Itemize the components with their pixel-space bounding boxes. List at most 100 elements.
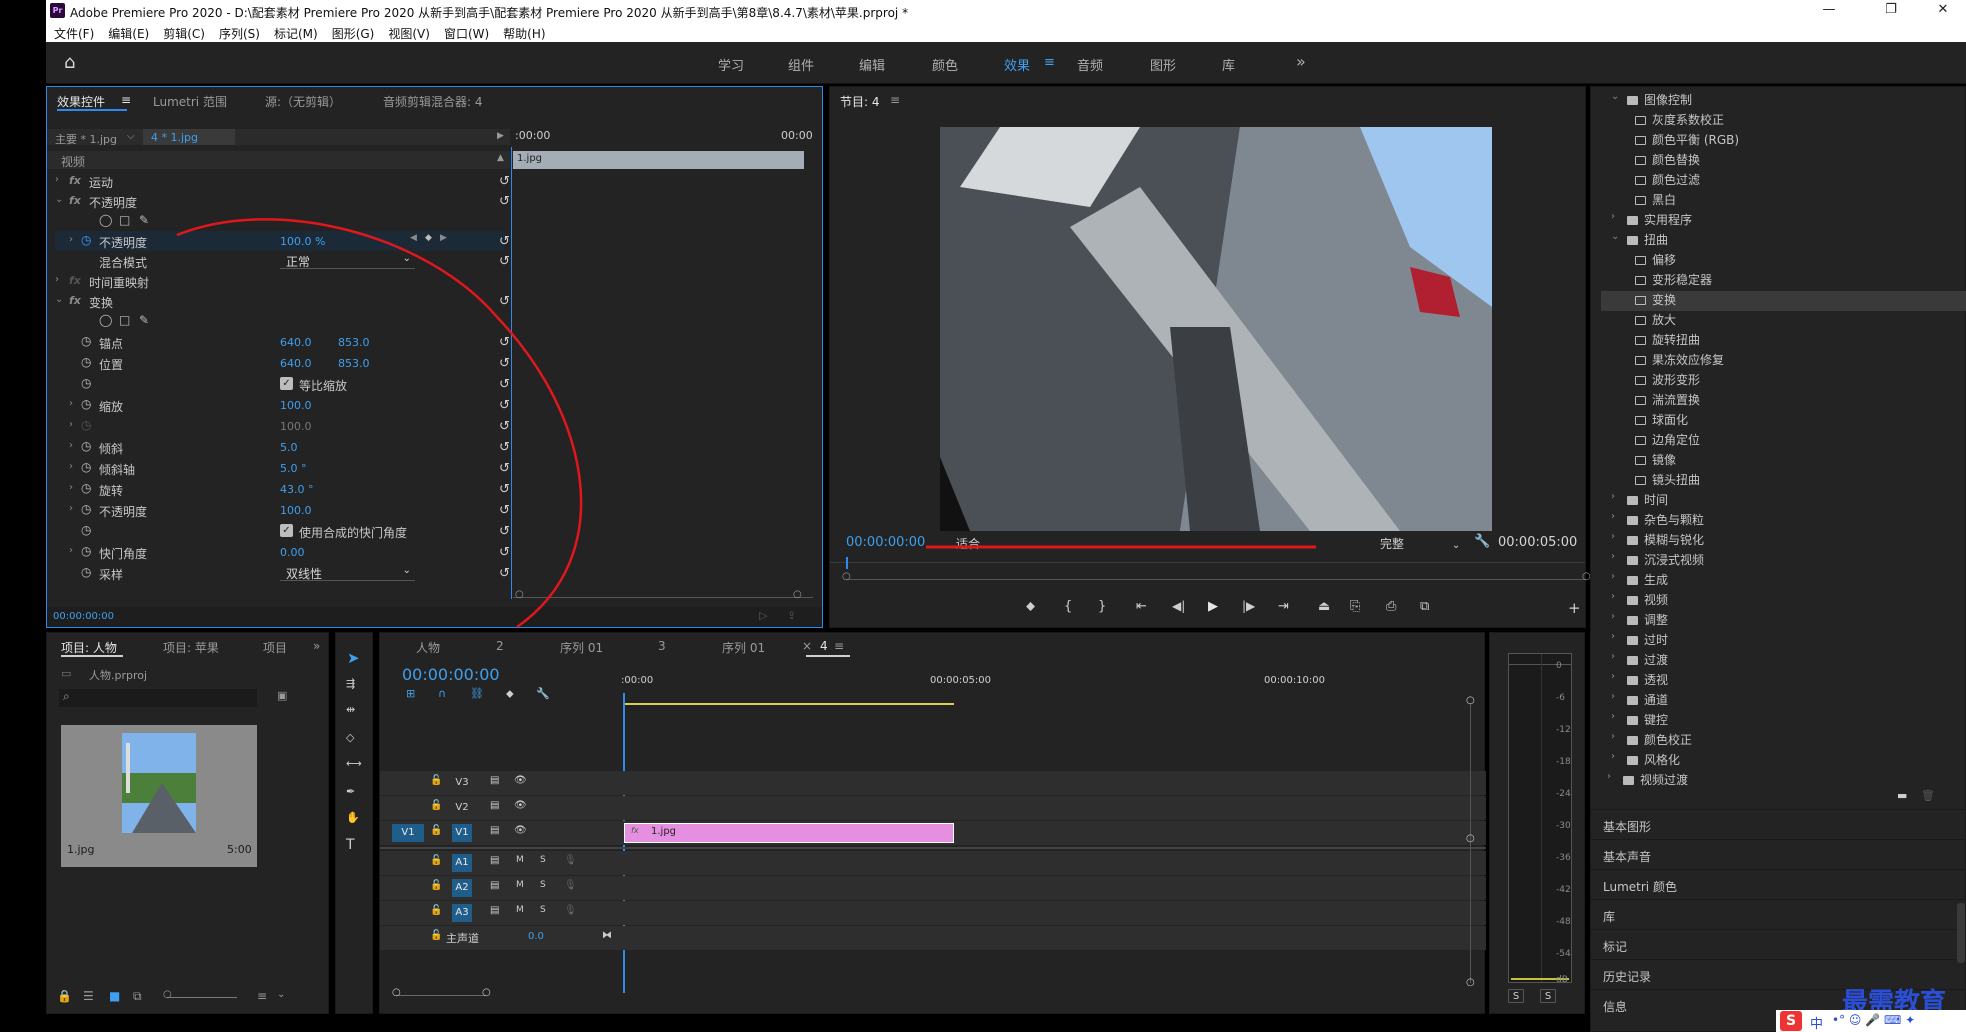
- add-marker-icon[interactable]: ⬥: [506, 687, 514, 701]
- timeline-zoom-handle-left[interactable]: ○: [392, 987, 401, 998]
- effect-folder[interactable]: › 过时: [1611, 631, 1668, 651]
- menu-help[interactable]: 帮助(H): [495, 22, 551, 42]
- mute-button[interactable]: M: [516, 855, 524, 865]
- effect-item[interactable]: 偏移: [1635, 251, 1676, 271]
- effect-item[interactable]: 镜头扭曲: [1635, 471, 1700, 491]
- effect-folder[interactable]: › 风格化: [1611, 751, 1680, 771]
- effect-item[interactable]: 湍流置换: [1635, 391, 1700, 411]
- timeline-zoom-handle-right[interactable]: ○: [482, 987, 491, 998]
- master-volume-value[interactable]: 0.0: [528, 931, 544, 942]
- chevron-right-icon[interactable]: ›: [1611, 511, 1615, 522]
- delete-icon[interactable]: 🗑: [1921, 789, 1935, 802]
- lock-icon[interactable]: 🔒: [57, 989, 72, 1003]
- timeline-timecode[interactable]: 00:00:00:00: [402, 665, 500, 684]
- mute-button[interactable]: M: [516, 880, 524, 890]
- chevron-right-icon[interactable]: ›: [1611, 211, 1615, 222]
- sort-icon[interactable]: ≡: [257, 989, 267, 1003]
- effect-folder[interactable]: › 通道: [1611, 691, 1668, 711]
- tab-seq-01-b[interactable]: 序列 01: [722, 639, 765, 656]
- pen-tool-icon[interactable]: ✒: [346, 785, 355, 798]
- chevron-right-icon[interactable]: ›: [1611, 491, 1615, 502]
- effect-item[interactable]: 镜像: [1635, 451, 1676, 471]
- track-select-tool-icon[interactable]: ⇶: [346, 677, 355, 690]
- effect-folder[interactable]: ⌄ 图像控制: [1611, 91, 1692, 111]
- slip-tool-icon[interactable]: ⟷: [346, 757, 362, 770]
- type-tool-icon[interactable]: T: [346, 837, 355, 853]
- toggle-output-eye-icon[interactable]: 👁: [514, 800, 527, 811]
- effect-item[interactable]: 旋转扭曲: [1635, 331, 1700, 351]
- track-target-v3[interactable]: V3: [452, 774, 472, 792]
- workspace-learn[interactable]: 学习: [718, 55, 744, 74]
- chevron-right-icon[interactable]: ›: [1611, 711, 1615, 722]
- section-essential-sound[interactable]: 基本声音: [1591, 839, 1966, 869]
- tab-seq-2[interactable]: 2: [496, 639, 504, 653]
- tab-project[interactable]: 项目: [263, 639, 287, 656]
- effect-item[interactable]: 波形变形: [1635, 371, 1700, 391]
- workspace-assembly[interactable]: 组件: [788, 55, 814, 74]
- chevron-down-icon[interactable]: ⌄: [277, 989, 285, 1000]
- solo-button[interactable]: S: [540, 905, 546, 915]
- lock-track-icon[interactable]: 🔓: [430, 825, 442, 836]
- effect-folder[interactable]: › 时间: [1611, 491, 1668, 511]
- effect-folder[interactable]: › 模糊与锐化: [1611, 531, 1704, 551]
- chevron-right-icon[interactable]: ›: [1607, 771, 1611, 782]
- menu-view[interactable]: 视图(V): [380, 22, 436, 42]
- track-target-a3[interactable]: A3: [452, 904, 472, 922]
- effect-folder[interactable]: › 调整: [1611, 611, 1668, 631]
- ime-tools-icons[interactable]: •° ☺ 🎤 ⌨ ✦: [1832, 1013, 1915, 1027]
- effect-item[interactable]: 颜色过滤: [1635, 171, 1700, 191]
- workspace-more-icon[interactable]: »: [1296, 52, 1306, 71]
- effect-folder[interactable]: ⌄ 扭曲: [1611, 231, 1668, 251]
- menu-graphics[interactable]: 图形(G): [324, 22, 381, 42]
- tab-seq-4[interactable]: 4: [820, 639, 828, 653]
- sogou-logo-icon[interactable]: S: [1780, 1011, 1802, 1031]
- chevron-right-icon[interactable]: ›: [1611, 611, 1615, 622]
- effect-item[interactable]: 变形稳定器: [1635, 271, 1712, 291]
- lock-track-icon[interactable]: 🔓: [430, 880, 442, 891]
- chevron-right-icon[interactable]: ›: [1611, 651, 1615, 662]
- timeline-clip[interactable]: fx 1.jpg: [624, 823, 954, 843]
- lock-track-icon[interactable]: 🔓: [430, 855, 442, 866]
- sync-lock-icon[interactable]: ▤: [490, 905, 499, 916]
- workspace-libraries[interactable]: 库: [1222, 55, 1235, 74]
- effect-folder[interactable]: › 视频过渡: [1607, 771, 1688, 791]
- linked-selection-icon[interactable]: ⛓: [470, 687, 484, 700]
- effect-folder[interactable]: › 杂色与颗粒: [1611, 511, 1704, 531]
- snap-icon[interactable]: ∩: [438, 687, 446, 700]
- lock-track-icon[interactable]: 🔓: [430, 930, 442, 941]
- effect-folder[interactable]: › 沉浸式视频: [1611, 551, 1704, 571]
- menu-edit[interactable]: 编辑(E): [100, 22, 155, 42]
- chevron-right-icon[interactable]: ›: [1611, 551, 1615, 562]
- voice-over-mic-icon[interactable]: 🎙: [564, 855, 577, 866]
- effect-folder[interactable]: › 键控: [1611, 711, 1668, 731]
- work-area-bar[interactable]: [624, 703, 954, 705]
- vertical-scroll-handle-bottom[interactable]: ○: [1466, 977, 1475, 988]
- solo-left-button[interactable]: S: [1508, 989, 1524, 1003]
- close-tab-icon[interactable]: ×: [802, 639, 812, 653]
- tab-project-apple[interactable]: 项目: 苹果: [163, 639, 219, 656]
- workspace-effects[interactable]: 效果: [1004, 55, 1030, 74]
- vertical-scroll-handle-top[interactable]: ○: [1466, 695, 1475, 706]
- selection-tool-icon[interactable]: ➤: [347, 649, 360, 667]
- home-icon[interactable]: ⌂: [64, 52, 75, 73]
- sync-lock-icon[interactable]: ▤: [490, 775, 499, 786]
- chevron-right-icon[interactable]: ›: [1611, 531, 1615, 542]
- sync-lock-icon[interactable]: ▤: [490, 800, 499, 811]
- new-search-bin-icon[interactable]: ▣: [277, 689, 287, 702]
- effect-item[interactable]: 变换: [1601, 291, 1966, 311]
- chevron-right-icon[interactable]: ›: [1611, 751, 1615, 762]
- solo-right-button[interactable]: S: [1540, 989, 1556, 1003]
- effect-item[interactable]: 边角定位: [1635, 431, 1700, 451]
- menu-window[interactable]: 窗口(W): [436, 22, 495, 42]
- voice-over-mic-icon[interactable]: 🎙: [564, 880, 577, 891]
- toggle-output-eye-icon[interactable]: 👁: [514, 775, 527, 786]
- menu-marker[interactable]: 标记(M): [266, 22, 324, 42]
- solo-button[interactable]: S: [540, 880, 546, 890]
- track-target-a2[interactable]: A2: [452, 879, 472, 897]
- sync-lock-icon[interactable]: ▤: [490, 855, 499, 866]
- chevron-right-icon[interactable]: ›: [1611, 691, 1615, 702]
- track-target-v2[interactable]: V2: [452, 799, 472, 817]
- section-markers[interactable]: 标记: [1591, 929, 1966, 959]
- menu-clip[interactable]: 剪辑(C): [155, 22, 211, 42]
- menu-sequence[interactable]: 序列(S): [211, 22, 266, 42]
